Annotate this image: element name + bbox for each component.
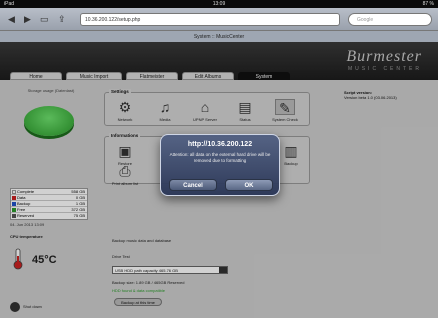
search-field[interactable]: Google (348, 13, 432, 26)
bookmarks-icon[interactable]: ▭ (40, 12, 49, 26)
ok-button[interactable]: OK (225, 179, 273, 191)
alert-message: Attention: all data on the external hard… (169, 152, 271, 163)
address-bar[interactable]: 10.36.200.122/setup.php (80, 13, 340, 26)
forward-icon[interactable]: ▶ (24, 12, 31, 26)
back-icon[interactable]: ◀ (8, 12, 15, 26)
alert-dialog: http://10.36.200.122 Attention: all data… (160, 134, 280, 196)
share-icon[interactable]: ⇪ (58, 12, 66, 26)
browser-toolbar: ◀ ▶ ▭ ⇪ 10.36.200.122/setup.php Google S… (0, 8, 438, 42)
clock: 13:09 (212, 1, 226, 7)
cancel-button[interactable]: Cancel (169, 179, 217, 191)
battery-indicator: 87 % (422, 1, 434, 7)
page-title: System :: MusicCenter (0, 30, 438, 42)
status-bar: iPad 13:09 87 % (0, 0, 438, 8)
alert-title: http://10.36.200.122 (187, 141, 253, 148)
